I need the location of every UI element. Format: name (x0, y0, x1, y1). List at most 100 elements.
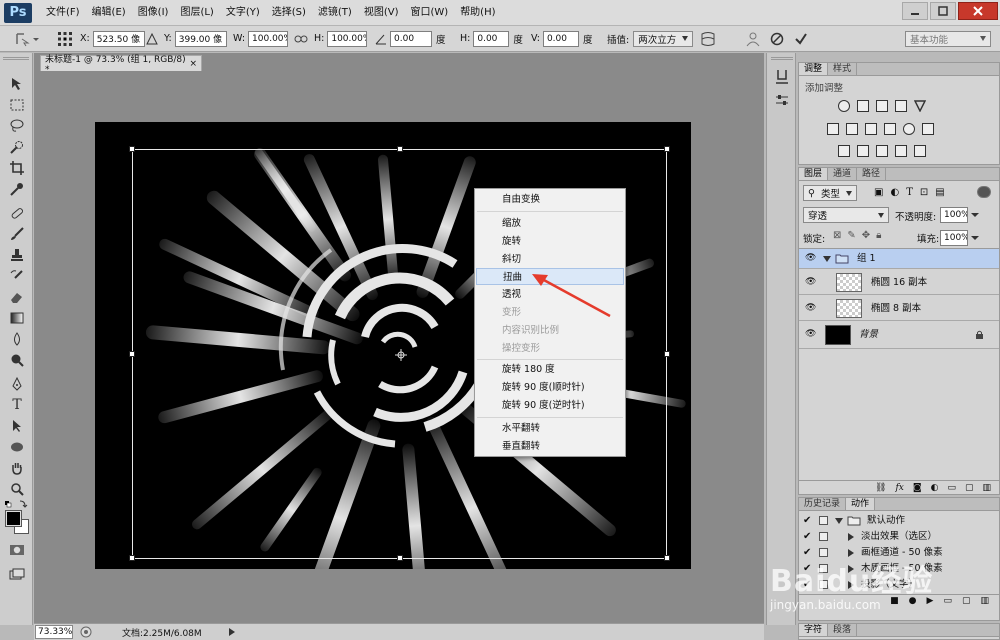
threshold-icon[interactable] (876, 145, 888, 157)
handle-middle-right[interactable] (664, 351, 670, 357)
layer-row[interactable]: 👁︎ 椭圆 8 副本 (799, 296, 999, 321)
handle-bottom-left[interactable] (129, 555, 135, 561)
trash-icon[interactable]: ▥ (980, 596, 989, 606)
dialog-toggle-box[interactable] (819, 532, 828, 541)
fill-input[interactable]: 100% (940, 230, 968, 246)
levels-icon[interactable] (857, 100, 869, 112)
gradient-tool[interactable] (7, 309, 27, 327)
menu-image[interactable]: 图像(I) (132, 0, 175, 26)
maximize-button[interactable] (930, 2, 956, 20)
chevron-down-icon[interactable] (835, 517, 843, 525)
opacity-input[interactable]: 100% (940, 207, 968, 223)
layer-row-group[interactable]: 👁︎ 组 1 (799, 249, 999, 269)
smart-object-filter-icon[interactable]: ▤ (935, 187, 944, 198)
ctx-flip-horizontal[interactable]: 水平翻转 (476, 420, 624, 437)
color-balance-icon[interactable] (846, 123, 858, 135)
posterize-icon[interactable] (857, 145, 869, 157)
ctx-rotate-90-cw[interactable]: 旋转 90 度(顺时针) (476, 379, 624, 396)
chevron-down-icon[interactable] (970, 235, 980, 241)
ctx-rotate-180[interactable]: 旋转 180 度 (476, 361, 624, 378)
lock-transparent-icon[interactable]: ⊠ (833, 230, 841, 241)
move-tool[interactable] (7, 75, 27, 93)
pen-tool[interactable] (7, 375, 27, 393)
action-row[interactable]: ✔ 淡出效果（选区） (799, 529, 999, 544)
lasso-tool[interactable] (7, 117, 27, 135)
adjustment-filter-icon[interactable]: ◐ (890, 187, 899, 198)
handle-top-right[interactable] (664, 146, 670, 152)
blur-tool[interactable] (7, 330, 27, 348)
layer-row[interactable]: 👁︎ 椭圆 16 副本 (799, 270, 999, 295)
h-skew-input[interactable]: 0.00 (473, 30, 510, 47)
quick-selection-tool[interactable] (7, 138, 27, 156)
action-set-row[interactable]: ✔ 默认动作 (799, 513, 999, 528)
pixel-filter-icon[interactable]: ▣ (874, 187, 883, 198)
pivot-point-icon[interactable] (395, 349, 407, 361)
invert-icon[interactable] (838, 145, 850, 157)
tab-adjustments[interactable]: 调整 (799, 63, 829, 75)
path-selection-tool[interactable] (7, 417, 27, 435)
checkmark-icon[interactable]: ✔ (803, 529, 811, 544)
tools-panel-grip[interactable] (3, 57, 29, 60)
new-layer-icon[interactable]: ▢ (965, 483, 974, 493)
layer-filter-select[interactable]: ⚲ 类型 (803, 185, 857, 201)
tab-paragraph[interactable]: 段落 (828, 624, 858, 636)
tab-character[interactable]: 字符 (799, 624, 829, 636)
screen-mode-button[interactable] (7, 565, 27, 583)
status-menu-arrow-icon[interactable] (228, 627, 236, 637)
add-mask-icon[interactable]: ◙ (913, 483, 922, 493)
visibility-eye-icon[interactable]: 👁︎ (805, 277, 816, 287)
x-input[interactable]: 523.50 像 (92, 30, 145, 47)
dialog-toggle-box[interactable] (819, 516, 828, 525)
relative-position-toggle[interactable] (146, 30, 158, 47)
zoom-level-input[interactable]: 73.33% (35, 625, 73, 639)
width-input[interactable]: 100.00% (248, 30, 289, 47)
reference-point-grid[interactable] (57, 30, 73, 47)
visibility-eye-icon[interactable]: 👁︎ (805, 253, 816, 263)
handle-middle-left[interactable] (129, 351, 135, 357)
lock-position-icon[interactable]: ✥ (862, 230, 870, 241)
default-colors-swap[interactable] (5, 500, 29, 510)
cancel-transform-button[interactable] (770, 30, 784, 47)
document-tab-close[interactable]: × (189, 59, 197, 69)
eraser-tool[interactable] (7, 288, 27, 306)
type-tool[interactable]: T (7, 396, 27, 414)
tab-history[interactable]: 历史记录 (799, 498, 847, 510)
ellipse-tool[interactable] (7, 438, 27, 456)
visibility-eye-icon[interactable]: 👁︎ (805, 329, 816, 339)
chevron-down-icon[interactable] (970, 212, 980, 218)
dock-grip[interactable] (771, 57, 793, 60)
menu-file[interactable]: 文件(F) (40, 0, 86, 26)
clone-stamp-tool[interactable] (7, 246, 27, 264)
y-input[interactable]: 399.00 像 (174, 30, 227, 47)
v-skew-input[interactable]: 0.00 (542, 30, 579, 47)
ctx-free-transform[interactable]: 自由变换 (476, 191, 624, 208)
hue-saturation-icon[interactable] (827, 123, 839, 135)
handle-bottom-center[interactable] (397, 555, 403, 561)
rotate-angle-input[interactable]: 0.00 (390, 30, 432, 47)
sliders-panel-icon[interactable] (775, 93, 789, 107)
lock-image-icon[interactable]: ✎ (847, 230, 855, 241)
selective-color-icon[interactable] (895, 145, 907, 157)
share-status-icon[interactable] (80, 626, 92, 638)
tab-actions[interactable]: 动作 (846, 498, 876, 510)
color-lookup-icon[interactable] (922, 123, 934, 135)
handle-bottom-right[interactable] (664, 555, 670, 561)
menu-select[interactable]: 选择(S) (266, 0, 312, 26)
menu-edit[interactable]: 编辑(E) (86, 0, 132, 26)
chevron-right-icon[interactable] (847, 533, 854, 541)
new-set-icon[interactable]: ▭ (943, 596, 952, 606)
tab-styles[interactable]: 样式 (828, 63, 858, 75)
workspace-select[interactable]: 基本功能 (905, 30, 991, 47)
visibility-eye-icon[interactable]: 👁︎ (805, 303, 816, 313)
fx-icon[interactable]: fx (895, 483, 903, 493)
menu-help[interactable]: 帮助(H) (454, 0, 501, 26)
ctx-flip-vertical[interactable]: 垂直翻转 (476, 438, 624, 455)
marquee-tool[interactable] (7, 96, 27, 114)
filter-toggle-switch[interactable] (977, 186, 991, 198)
tab-channels[interactable]: 通道 (828, 168, 858, 180)
close-button[interactable] (958, 2, 998, 20)
checkmark-icon[interactable]: ✔ (803, 513, 811, 528)
dodge-tool[interactable] (7, 351, 27, 369)
handle-top-center[interactable] (397, 146, 403, 152)
eyedropper-tool[interactable] (7, 180, 27, 198)
